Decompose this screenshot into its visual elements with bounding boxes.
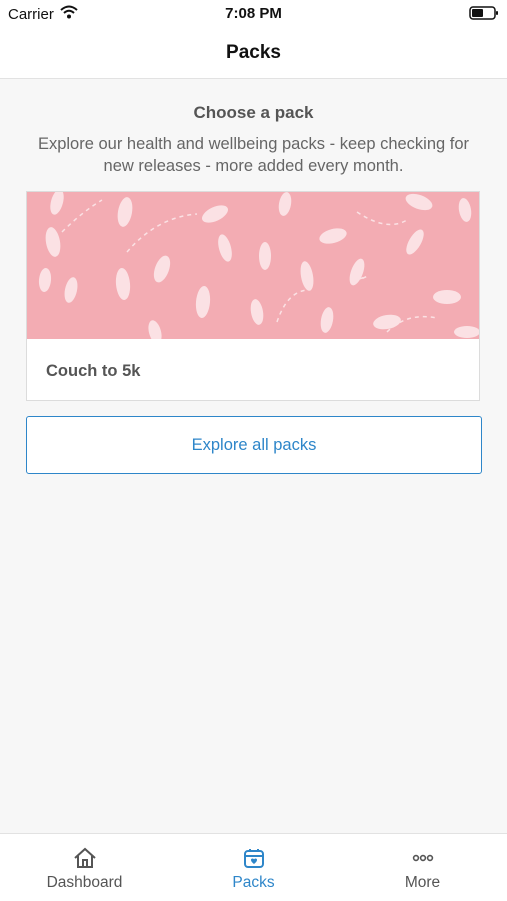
tab-label-more: More	[404, 874, 441, 891]
section-heading: Choose a pack	[193, 103, 314, 122]
status-time: 7:08 PM	[225, 5, 282, 22]
pack-title: Couch to 5k	[46, 362, 141, 380]
tab-bar: Dashboard Packs More	[0, 833, 507, 901]
status-bar: Carrier 7:08 PM	[0, 0, 507, 28]
page-title: Packs	[226, 42, 281, 63]
tab-label-packs: Packs	[232, 874, 275, 891]
navigation-bar: Packs	[0, 28, 507, 79]
pack-image	[27, 192, 479, 339]
pack-card[interactable]: Couch to 5k	[26, 191, 480, 401]
more-icon	[410, 846, 436, 870]
tab-dashboard[interactable]: Dashboard	[0, 834, 169, 901]
packs-icon	[241, 846, 267, 870]
tab-packs[interactable]: Packs	[169, 834, 338, 901]
battery-icon	[469, 6, 499, 24]
main-content: Choose a pack Explore our health and wel…	[0, 79, 507, 833]
explore-all-packs-button[interactable]: Explore all packs	[26, 416, 482, 474]
tab-label-dashboard: Dashboard	[46, 874, 123, 891]
section-subtitle: Explore our health and wellbeing packs -…	[37, 135, 470, 175]
footprints-pattern	[38, 192, 479, 339]
tab-more[interactable]: More	[338, 834, 507, 901]
home-icon	[72, 846, 98, 870]
